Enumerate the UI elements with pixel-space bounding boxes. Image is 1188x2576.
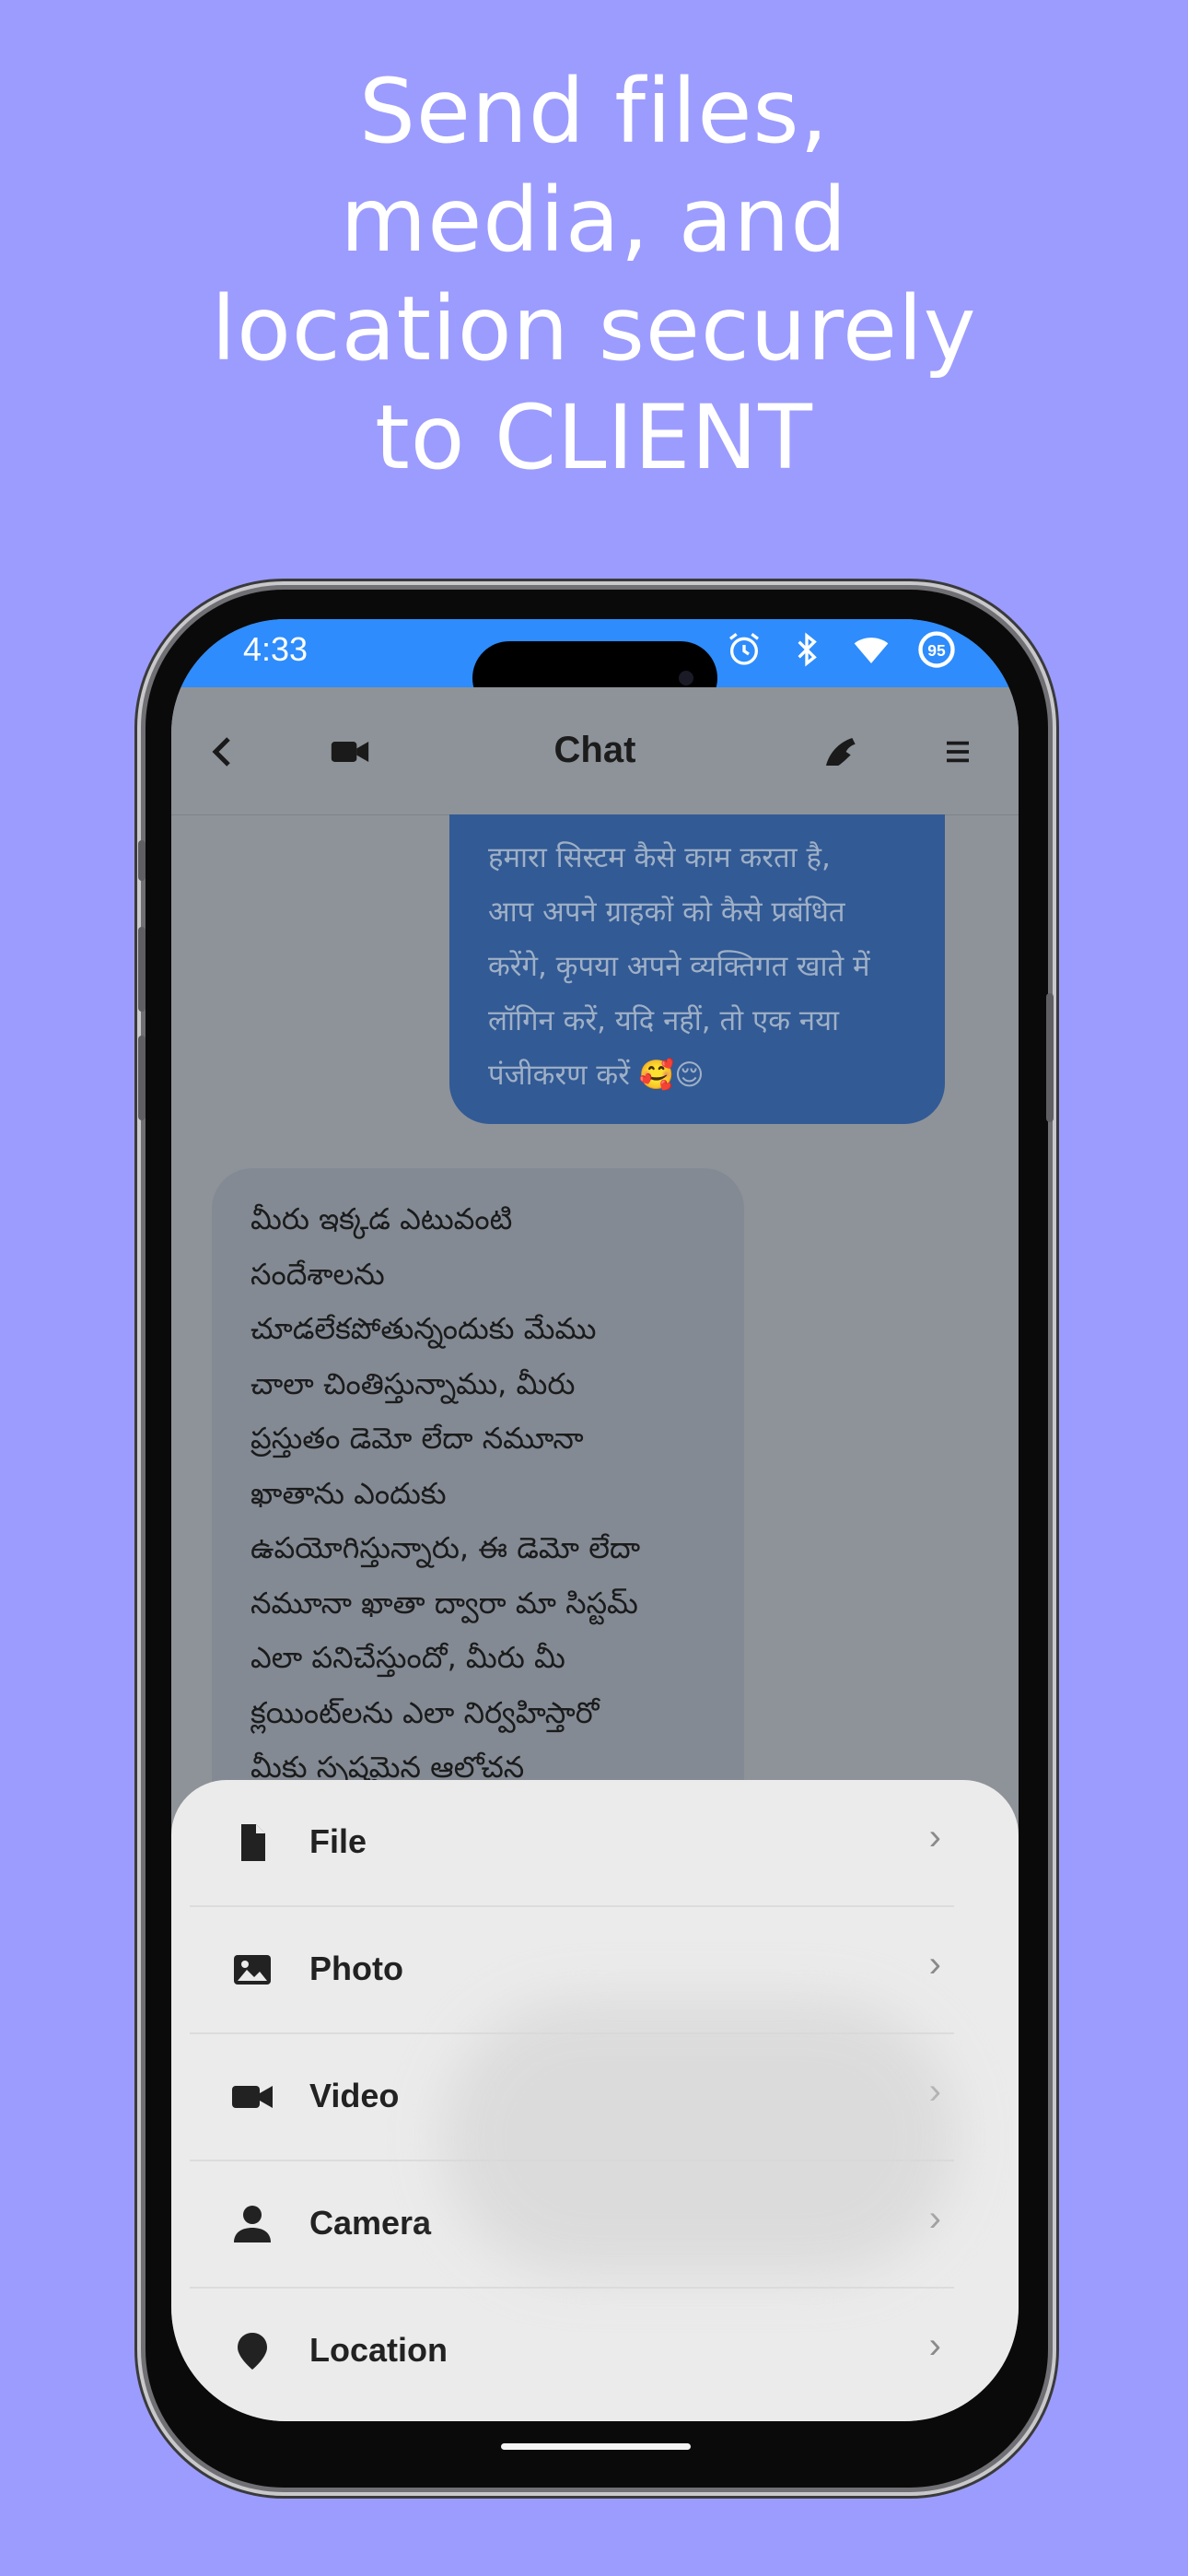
side-button-silent <box>138 840 146 881</box>
photo-icon <box>234 1955 271 1985</box>
location-pin-icon <box>238 2333 267 2370</box>
bluetooth-icon <box>798 633 817 667</box>
message-line: మీరు ఇక్కడ ఎటువంటి <box>250 1201 513 1236</box>
message-line: आप अपने ग्राहकों को कैसे प्रबंधित <box>488 896 845 929</box>
front-camera <box>679 671 693 685</box>
message-line: నమూనా ఖాతా ద్వారా మా సిస్టమ్ <box>250 1585 638 1621</box>
video-icon <box>232 2086 273 2108</box>
attach-location-option[interactable]: Location › <box>190 2289 954 2414</box>
message-line: ప్రస్తుతం డెమో లేదా నమూనా <box>250 1421 584 1456</box>
side-button-volume-down <box>138 1036 146 1120</box>
battery-icon: 95 <box>918 631 955 669</box>
message-line: ఉపయోగిస్తున్నారు, ఈ డెమో లేదా <box>250 1530 641 1565</box>
incoming-message-bubble[interactable]: మీరు ఇక్కడ ఎటువంటి సందేశాలను చూడలేకపోతున… <box>212 1168 744 1832</box>
message-line: సందేశాలను <box>250 1256 385 1292</box>
menu-icon[interactable] <box>943 737 973 767</box>
file-icon <box>241 1824 265 1861</box>
option-label: Location <box>309 2331 448 2369</box>
battery-level: 95 <box>927 641 946 660</box>
blurred-touch-overlay <box>442 1999 958 2276</box>
voice-call-icon[interactable] <box>821 733 858 770</box>
headline-line-1: Send files, <box>358 60 830 163</box>
status-icons: 95 <box>726 628 956 669</box>
alarm-icon <box>728 633 759 666</box>
status-time: 4:33 <box>243 630 309 668</box>
chevron-right-icon: › <box>928 1944 941 1985</box>
person-icon <box>234 2206 271 2242</box>
message-line: చాలా చింతిస్తున్నాము, మీరు <box>250 1365 576 1401</box>
attach-file-option[interactable]: File › <box>190 1780 954 1907</box>
chevron-right-icon: › <box>928 1817 941 1857</box>
side-button-volume-up <box>138 927 146 1012</box>
message-line: हमारा सिस्टम कैसे काम करता है, <box>488 841 831 874</box>
outgoing-message-bubble[interactable]: हमारा सिस्टम कैसे काम करता है, आप अपने ग… <box>449 814 945 1124</box>
message-line: ఎలా పనిచేస్తుందో, మీరు మీ <box>250 1640 565 1675</box>
message-line: पंजीकरण करें 🥰😌 <box>488 1059 705 1092</box>
option-label: Video <box>309 2077 400 2114</box>
headline-line-2: media, and <box>340 169 848 272</box>
headline-line-4: to CLIENT <box>375 386 813 489</box>
chat-title: Chat <box>553 730 636 770</box>
side-button-power <box>1046 993 1054 1122</box>
option-label: Camera <box>309 2204 432 2242</box>
chevron-right-icon: › <box>928 2325 941 2366</box>
message-line: చూడలేకపోతున్నందుకు మేము <box>250 1311 597 1346</box>
message-line: ఖాతాను ఎందుకు <box>250 1475 447 1511</box>
message-line: క్లయింట్‌లను ఎలా నిర్వహిస్తారో <box>250 1694 600 1730</box>
option-label: Photo <box>309 1950 403 1987</box>
promo-headline: Send files, media, and location securely… <box>0 57 1188 492</box>
message-line: करेंगे, कृपया अपने व्यक्तिगत खाते में <box>488 950 870 983</box>
home-indicator[interactable] <box>501 2443 691 2450</box>
wifi-icon <box>854 638 889 664</box>
message-line: लॉगिन करें, यदि नहीं, तो एक नया <box>488 1004 840 1037</box>
chat-app-bar: Chat <box>171 687 1019 815</box>
option-label: File <box>309 1822 367 1860</box>
headline-line-3: location securely <box>211 277 977 381</box>
